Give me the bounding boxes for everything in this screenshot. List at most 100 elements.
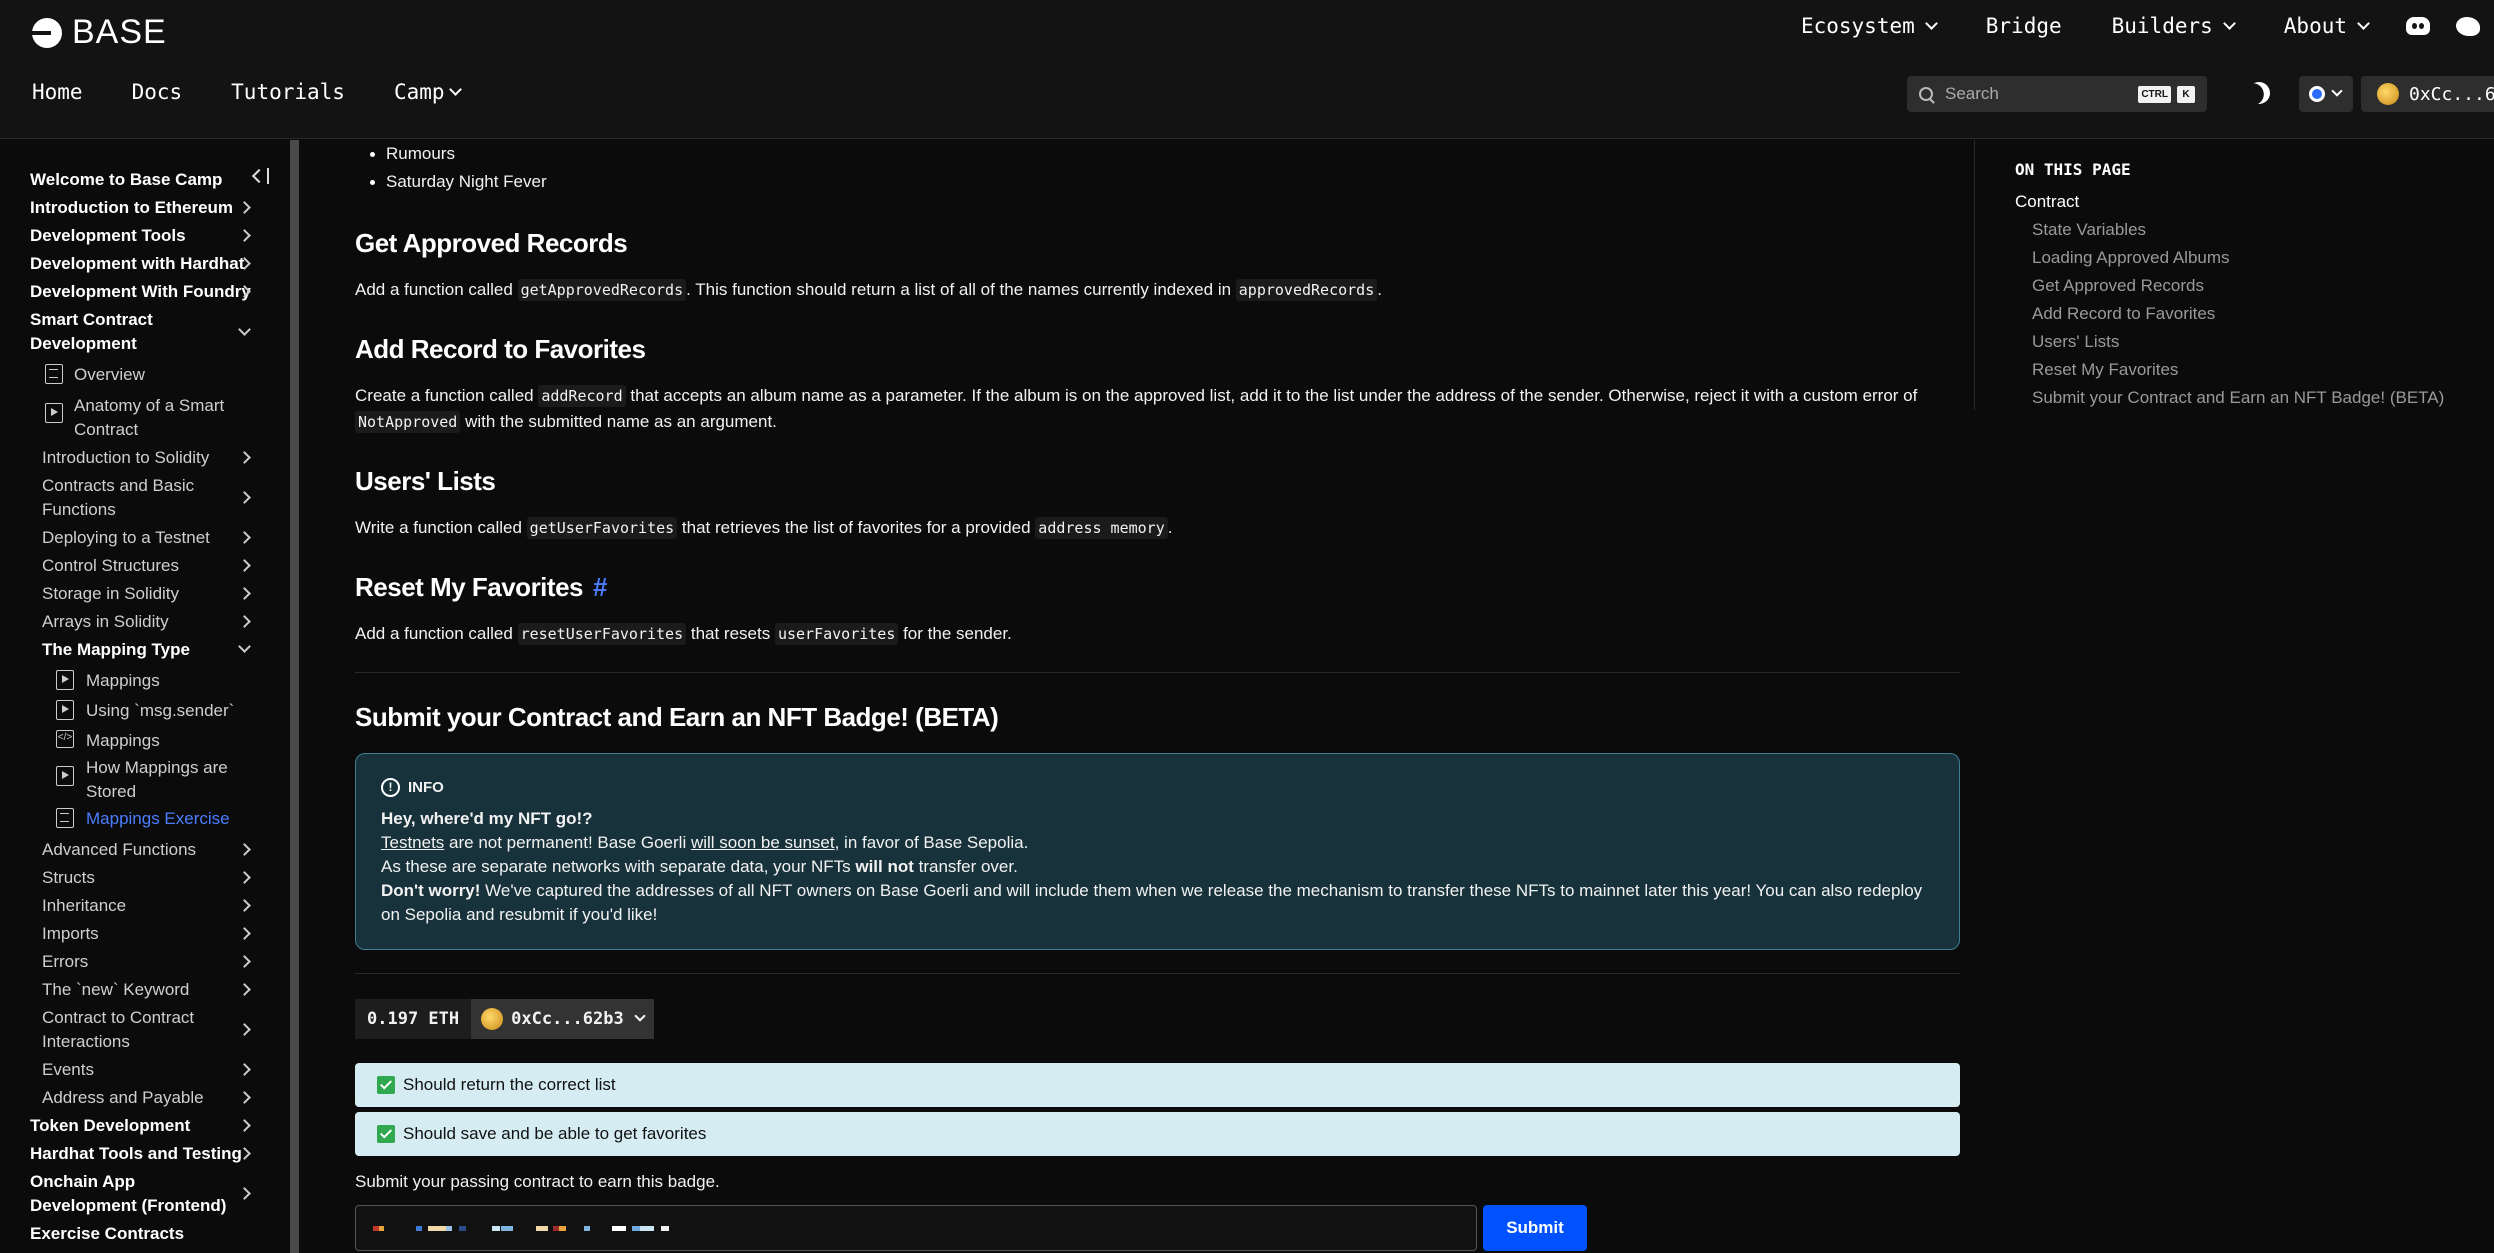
toc-item-get-approved[interactable]: Get Approved Records [2032, 276, 2204, 296]
sidebar-item-onchain-app[interactable]: Onchain App Development (Frontend) [30, 1170, 245, 1218]
chevron-down-icon [634, 1010, 646, 1022]
wallet-address: 0xCc...62b [2409, 83, 2494, 105]
discord-icon[interactable] [2406, 17, 2430, 35]
sidebar-item-structs[interactable]: Structs [42, 866, 95, 890]
sidebar-item-mappings-exercise[interactable]: Mappings Exercise [86, 807, 230, 831]
nav-bridge-label: Bridge [1985, 14, 2062, 38]
toc-item-add-record[interactable]: Add Record to Favorites [2032, 304, 2215, 324]
contract-address-input[interactable] [355, 1205, 1477, 1251]
sidebar-item-hardhat-tools[interactable]: Hardhat Tools and Testing [30, 1142, 242, 1166]
text: transfer over. [913, 857, 1018, 876]
divider [355, 672, 1960, 673]
chevron-down-icon [2222, 16, 2236, 30]
base-logo[interactable]: BASE [32, 13, 167, 52]
document-icon [45, 364, 63, 384]
search-input[interactable]: Search CTRL K [1907, 76, 2207, 112]
code: getUserFavorites [526, 517, 678, 539]
toc-item-users-lists[interactable]: Users' Lists [2032, 332, 2119, 352]
wallet-button[interactable]: 0xCc...62b [2361, 76, 2494, 112]
sidebar-item-deploying[interactable]: Deploying to a Testnet [42, 526, 210, 550]
collapse-sidebar-icon[interactable] [251, 168, 269, 184]
network-selector[interactable] [2299, 76, 2353, 112]
sidebar-item-hardhat[interactable]: Development with Hardhat [30, 252, 244, 276]
sidebar-item-address-payable[interactable]: Address and Payable [42, 1086, 204, 1110]
info-callout: ! INFO Hey, where'd my NFT go!? Testnets… [355, 753, 1960, 950]
sidebar-item-events[interactable]: Events [42, 1058, 94, 1082]
sidebar-item-imports[interactable]: Imports [42, 922, 99, 946]
sidebar-item-foundry[interactable]: Development With Foundry [30, 280, 251, 304]
toc-item-loading-albums[interactable]: Loading Approved Albums [2032, 248, 2230, 268]
network-icon [2309, 86, 2325, 102]
subnav-docs[interactable]: Docs [132, 80, 183, 104]
sidebar-item-dev-tools[interactable]: Development Tools [30, 224, 186, 248]
sidebar-item-mappings-code[interactable]: Mappings [86, 729, 160, 753]
info-heading: Hey, where'd my NFT go!? [381, 809, 593, 828]
sidebar-item-storage[interactable]: Storage in Solidity [42, 582, 179, 606]
chevron-down-icon [2357, 16, 2370, 30]
video-icon [56, 670, 74, 690]
testnets-link[interactable]: Testnets [381, 833, 444, 852]
logo-text: BASE [72, 13, 167, 51]
subnav-home[interactable]: Home [32, 80, 83, 104]
submit-button[interactable]: Submit [1483, 1205, 1587, 1251]
avatar [481, 1008, 504, 1030]
sub-nav: Home Docs Tutorials Camp [32, 80, 462, 104]
info-header: ! INFO [381, 778, 1934, 797]
sidebar-item-how-stored[interactable]: How Mappings are Stored [86, 756, 246, 804]
sidebar-item-exercise-contracts[interactable]: Exercise Contracts [30, 1222, 184, 1246]
chevron-down-icon [2331, 85, 2343, 97]
test-result-row: Should save and be able to get favorites [355, 1112, 1960, 1156]
avatar [2377, 83, 2399, 105]
toc-item-reset[interactable]: Reset My Favorites [2032, 360, 2178, 380]
toc-item-contract[interactable]: Contract [2015, 192, 2079, 212]
album-list: Rumours Saturday Night Fever [370, 140, 547, 196]
sunset-link[interactable]: will soon be sunset [691, 833, 835, 852]
top-nav: Ecosystem Bridge Builders About [1801, 14, 2494, 38]
toc-item-submit[interactable]: Submit your Contract and Earn an NFT Bad… [2032, 388, 2444, 408]
code-icon: </> [56, 730, 74, 748]
sidebar-item-inheritance[interactable]: Inheritance [42, 894, 126, 918]
sidebar-item-mapping-type[interactable]: The Mapping Type [42, 638, 190, 662]
text: , in favor of Base Sepolia. [834, 833, 1029, 852]
sidebar-item-errors[interactable]: Errors [42, 950, 88, 974]
heading-add-record: Add Record to Favorites [355, 334, 646, 364]
sidebar-item-arrays[interactable]: Arrays in Solidity [42, 610, 169, 634]
nav-ecosystem[interactable]: Ecosystem [1800, 14, 1938, 38]
nav-builders-label: Builders [2111, 14, 2213, 38]
sidebar-item-msg-sender[interactable]: Using `msg.sender` [86, 699, 234, 723]
wallet-dropdown[interactable]: 0xCc...62b3 [471, 999, 654, 1039]
sidebar-item-intro-solidity[interactable]: Introduction to Solidity [42, 446, 209, 470]
text: . This function should return a list of … [686, 280, 1236, 299]
test-label: Should save and be able to get favorites [403, 1124, 707, 1143]
nav-bridge[interactable]: Bridge [1986, 14, 2062, 38]
sidebar-item-smart-contract-dev[interactable]: Smart Contract Development [30, 308, 230, 356]
code: getApprovedRecords [517, 279, 687, 301]
twitter-icon[interactable] [2456, 16, 2480, 36]
sidebar-item-contract-interactions[interactable]: Contract to Contract Interactions [42, 1006, 242, 1054]
sidebar-item-token-dev[interactable]: Token Development [30, 1114, 190, 1138]
sidebar-item-contracts-basic[interactable]: Contracts and Basic Functions [42, 474, 222, 522]
subnav-camp[interactable]: Camp [393, 80, 462, 104]
toc-item-state-variables[interactable]: State Variables [2032, 220, 2146, 240]
anchor-link[interactable]: # [593, 572, 607, 602]
nav-about[interactable]: About [2284, 14, 2370, 38]
subnav-camp-label: Camp [393, 80, 445, 104]
subnav-tutorials[interactable]: Tutorials [231, 80, 345, 104]
sidebar-item-new-keyword[interactable]: The `new` Keyword [42, 978, 189, 1002]
code: NotApproved [355, 411, 461, 433]
sidebar-item-overview[interactable]: Overview [74, 363, 145, 387]
sidebar-item-intro-ethereum[interactable]: Introduction to Ethereum [30, 196, 233, 220]
sidebar-item-control[interactable]: Control Structures [42, 554, 179, 578]
on-this-page: ON THIS PAGE Contract State Variables Lo… [1974, 140, 2494, 410]
sidebar-item-anatomy[interactable]: Anatomy of a Smart Contract [74, 394, 254, 442]
text-bold: Don't worry! [381, 881, 481, 900]
sidebar-item-welcome[interactable]: Welcome to Base Camp [30, 168, 222, 192]
sidebar-item-mappings-video[interactable]: Mappings [86, 669, 160, 693]
text: that retrieves the list of favorites for… [677, 518, 1036, 537]
sidebar-scrollbar[interactable] [290, 140, 299, 1253]
nav-ecosystem-label: Ecosystem [1800, 14, 1915, 38]
document-icon [56, 808, 74, 828]
sidebar-item-advanced-functions[interactable]: Advanced Functions [42, 838, 196, 862]
theme-toggle-moon-icon[interactable] [2244, 78, 2274, 108]
nav-builders[interactable]: Builders [2111, 14, 2236, 38]
